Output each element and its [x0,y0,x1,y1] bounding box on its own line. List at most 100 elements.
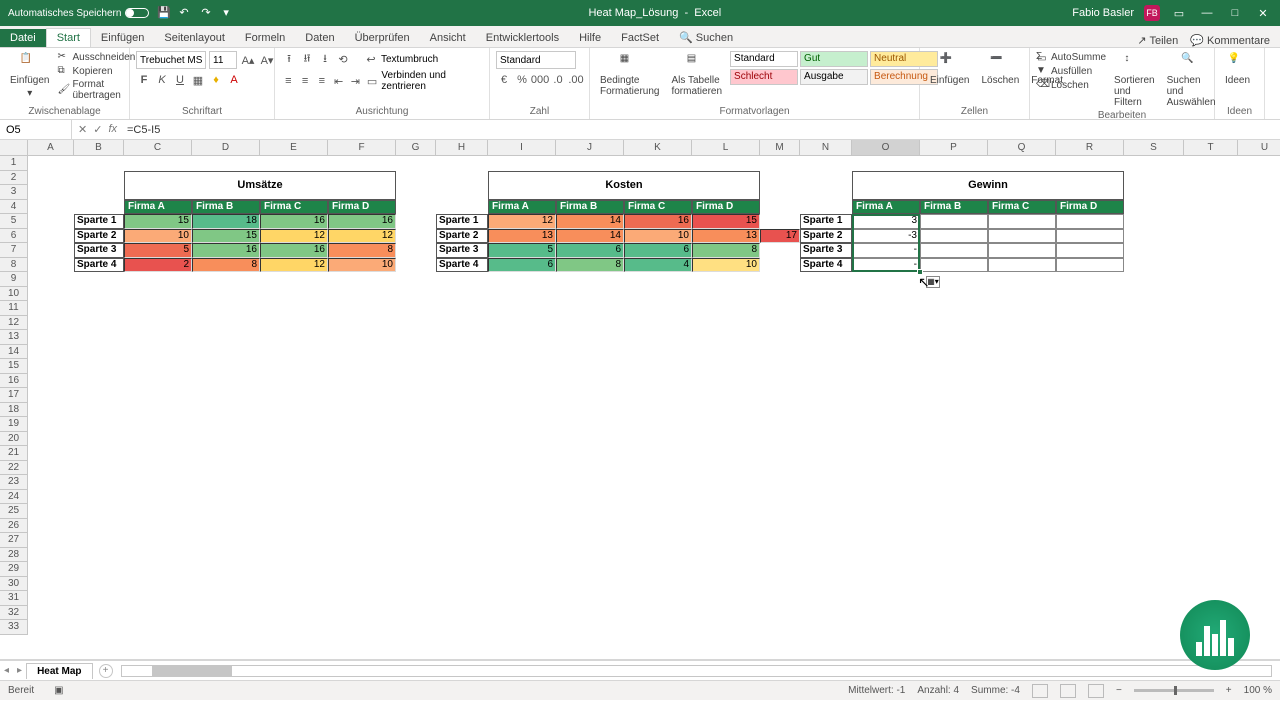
fill-button[interactable]: ▼Ausfüllen [1036,65,1106,77]
row-header[interactable]: 24 [0,490,28,505]
decrease-font-icon[interactable]: A▾ [259,52,275,68]
row-header[interactable]: 22 [0,461,28,476]
cell[interactable]: 17 [760,229,800,244]
cell[interactable] [1056,258,1124,273]
sheet-nav-next-icon[interactable]: ▸ [13,665,26,676]
save-icon[interactable]: 💾 [157,6,171,20]
cell[interactable]: 6 [556,243,624,258]
column-header[interactable]: H [436,140,488,156]
sort-filter-button[interactable]: ↕Sortieren und Filtern [1110,51,1159,110]
row-header[interactable]: 29 [0,562,28,577]
indent-inc-icon[interactable]: ⇥ [348,73,363,89]
cell[interactable]: 18 [192,214,260,229]
cell[interactable] [1056,214,1124,229]
column-header[interactable]: K [624,140,692,156]
delete-cells-button[interactable]: ➖Löschen [977,51,1023,88]
row-header[interactable]: 25 [0,504,28,519]
column-header[interactable]: O [852,140,920,156]
row-header[interactable]: 28 [0,548,28,563]
table-title[interactable]: Umsätze [124,171,396,200]
horizontal-scrollbar[interactable] [121,665,1272,677]
ribbon-tab-datei[interactable]: Datei [0,29,46,47]
cell[interactable]: 16 [260,214,328,229]
cell[interactable] [920,243,988,258]
row-header[interactable]: 7 [0,243,28,258]
row-header[interactable]: 32 [0,606,28,621]
cell[interactable] [988,214,1056,229]
row-label[interactable]: Sparte 4 [436,258,488,273]
column-header[interactable]: M [760,140,800,156]
column-header[interactable]: R [1056,140,1124,156]
cell[interactable]: 13 [692,229,760,244]
cell[interactable]: 8 [192,258,260,273]
insert-cells-button[interactable]: ➕Einfügen [926,51,973,88]
row-header[interactable]: 12 [0,316,28,331]
row-header[interactable]: 21 [0,446,28,461]
cell-style-standard[interactable]: Standard [730,51,798,67]
clear-button[interactable]: ⌫Löschen [1036,79,1106,91]
spreadsheet-grid[interactable]: ABCDEFGHIJKLMNOPQRSTUV 12345678910111213… [0,140,1280,660]
cell-style-gut[interactable]: Gut [800,51,868,67]
cell[interactable] [988,229,1056,244]
border-button[interactable]: ▦ [190,72,206,88]
cell[interactable] [920,229,988,244]
number-format-select[interactable] [496,51,576,69]
column-header[interactable]: P [920,140,988,156]
row-header[interactable]: 10 [0,287,28,302]
sheet-nav-prev-icon[interactable]: ◂ [0,665,13,676]
format-painter-button[interactable]: 🖌Format übertragen [57,79,135,101]
row-label[interactable]: Sparte 1 [436,214,488,229]
column-header[interactable]: Q [988,140,1056,156]
comments-button[interactable]: 💬 Kommentare [1190,34,1270,47]
cell[interactable]: 14 [556,229,624,244]
user-avatar[interactable]: FB [1144,5,1160,21]
cell[interactable]: 2 [124,258,192,273]
row-header[interactable]: 11 [0,301,28,316]
autosave-toggle[interactable]: Automatisches Speichern [8,8,149,19]
ribbon-tab-seitenlayout[interactable]: Seitenlayout [154,29,235,47]
cell-styles-gallery[interactable]: StandardGutNeutralSchlechtAusgabeBerechn… [730,51,938,85]
normal-view-icon[interactable] [1032,684,1048,698]
bold-button[interactable]: F [136,72,152,88]
row-header[interactable]: 4 [0,200,28,215]
ribbon-tab-formeln[interactable]: Formeln [235,29,295,47]
cell[interactable]: Firma D [328,200,396,215]
cell-style-ausgabe[interactable]: Ausgabe [800,69,868,85]
increase-font-icon[interactable]: A▴ [240,52,256,68]
cell[interactable]: Firma A [124,200,192,215]
cell[interactable] [988,243,1056,258]
row-header[interactable]: 26 [0,519,28,534]
row-header[interactable]: 8 [0,258,28,273]
cell[interactable]: Firma C [624,200,692,215]
cell[interactable]: 12 [328,229,396,244]
wrap-text-button[interactable]: ↩ [363,51,379,67]
row-header[interactable]: 3 [0,185,28,200]
table-title[interactable]: Gewinn [852,171,1124,200]
cell[interactable]: 6 [488,258,556,273]
inc-decimal-icon[interactable]: .0 [550,72,566,88]
cell[interactable]: - [852,243,920,258]
ribbon-tab-daten[interactable]: Daten [295,29,344,47]
cell[interactable]: 8 [692,243,760,258]
column-header[interactable]: C [124,140,192,156]
cell[interactable]: Firma C [260,200,328,215]
cell[interactable]: 10 [692,258,760,273]
merge-button[interactable]: ▭ [365,73,380,89]
cell[interactable]: 8 [328,243,396,258]
column-header[interactable]: E [260,140,328,156]
percent-icon[interactable]: % [514,72,530,88]
cell[interactable]: 6 [624,243,692,258]
cell[interactable]: 15 [692,214,760,229]
undo-icon[interactable]: ↶ [179,6,193,20]
cell[interactable]: 15 [192,229,260,244]
cell[interactable]: - [852,258,920,273]
column-header[interactable]: G [396,140,436,156]
sheet-tab[interactable]: Heat Map [26,663,92,679]
search-input[interactable]: 🔍 Suchen [669,28,743,47]
font-name-input[interactable] [136,51,206,69]
align-left-icon[interactable]: ≡ [281,73,296,89]
cell[interactable]: 16 [624,214,692,229]
cell[interactable]: Firma A [488,200,556,215]
ribbon-display-icon[interactable]: ▭ [1170,7,1188,20]
zoom-level[interactable]: 100 % [1244,685,1272,696]
